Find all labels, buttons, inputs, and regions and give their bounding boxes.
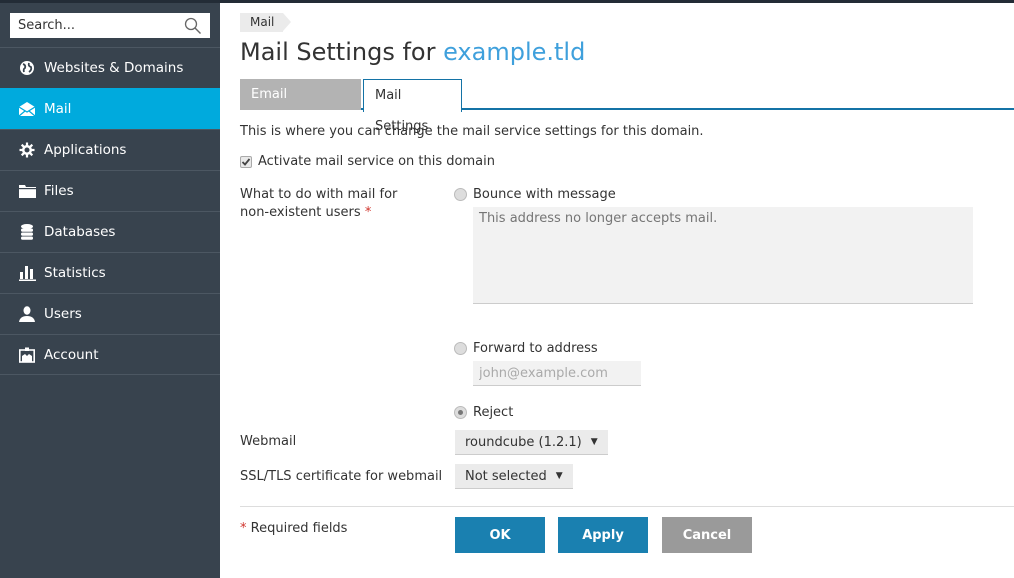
ssl-label: SSL/TLS certificate for webmail (240, 469, 443, 484)
sidebar-item-label: Databases (44, 224, 116, 240)
bounce-radio[interactable] (454, 188, 467, 201)
bounce-option[interactable]: Bounce with message (454, 187, 616, 202)
search-box[interactable] (10, 13, 210, 38)
forward-option[interactable]: Forward to address (454, 341, 598, 356)
search-icon[interactable] (184, 17, 202, 35)
sidebar-item-label: Statistics (44, 265, 106, 281)
envelope-icon (18, 100, 36, 118)
forward-address-input[interactable] (473, 361, 641, 386)
ssl-certificate-select[interactable]: Not selected ▼ (455, 464, 573, 489)
webmail-select[interactable]: roundcube (1.2.1) ▼ (455, 430, 608, 455)
sidebar-item-label: Files (44, 183, 74, 199)
sidebar-item-label: Account (44, 346, 99, 363)
user-icon (18, 305, 36, 323)
account-icon (18, 346, 36, 364)
sidebar-item-label: Applications (44, 142, 127, 158)
activate-mail-checkbox[interactable] (240, 155, 252, 168)
description-text: This is where you can change the mail se… (240, 124, 704, 139)
nonexistent-users-label: What to do with mail for non-existent us… (240, 187, 398, 220)
sidebar: Websites & Domains Mail Applications Fil… (0, 3, 220, 578)
apply-button[interactable]: Apply (558, 517, 648, 553)
search-input[interactable] (18, 18, 184, 33)
sidebar-nav: Websites & Domains Mail Applications Fil… (0, 47, 220, 375)
folder-icon (18, 182, 36, 200)
sidebar-item-files[interactable]: Files (0, 170, 220, 211)
bounce-message-textarea[interactable] (473, 207, 973, 304)
breadcrumb[interactable]: Mail (240, 13, 292, 32)
sidebar-item-users[interactable]: Users (0, 293, 220, 334)
reject-option[interactable]: Reject (454, 405, 513, 420)
forward-label: Forward to address (473, 341, 598, 356)
reject-radio[interactable] (454, 406, 467, 419)
tab-email-addresses[interactable]: Email Addresses (240, 79, 361, 133)
page-title-prefix: Mail Settings for (240, 38, 444, 66)
forward-radio[interactable] (454, 342, 467, 355)
required-asterisk: * (364, 205, 372, 220)
cancel-button[interactable]: Cancel (662, 517, 752, 553)
globe-icon (18, 59, 36, 77)
activate-mail-row: Activate mail service on this domain (240, 154, 495, 169)
tab-bar: Email Addresses Mail Settings (240, 79, 1014, 134)
activate-mail-label: Activate mail service on this domain (258, 154, 495, 169)
database-icon (18, 223, 36, 241)
divider (240, 506, 1014, 507)
sidebar-item-websites-domains[interactable]: Websites & Domains (0, 47, 220, 88)
sidebar-item-account[interactable]: Account (0, 334, 220, 375)
gear-icon (18, 141, 36, 159)
chevron-down-icon: ▼ (590, 436, 598, 447)
required-fields-note: * Required fields (240, 521, 348, 536)
webmail-label: Webmail (240, 434, 297, 449)
sidebar-item-label: Users (44, 306, 82, 322)
reject-label: Reject (473, 405, 514, 420)
sidebar-item-mail[interactable]: Mail (0, 88, 220, 129)
page-title-domain[interactable]: example.tld (443, 38, 585, 66)
sidebar-item-label: Websites & Domains (44, 60, 184, 76)
bar-chart-icon (18, 264, 36, 282)
sidebar-item-label: Mail (44, 101, 72, 117)
chevron-down-icon: ▼ (555, 470, 563, 481)
sidebar-item-applications[interactable]: Applications (0, 129, 220, 170)
bounce-label: Bounce with message (473, 187, 616, 202)
page-title: Mail Settings for example.tld (240, 38, 585, 66)
ok-button[interactable]: OK (455, 517, 545, 553)
tab-mail-settings[interactable]: Mail Settings (363, 79, 462, 134)
sidebar-item-databases[interactable]: Databases (0, 211, 220, 252)
sidebar-item-statistics[interactable]: Statistics (0, 252, 220, 293)
